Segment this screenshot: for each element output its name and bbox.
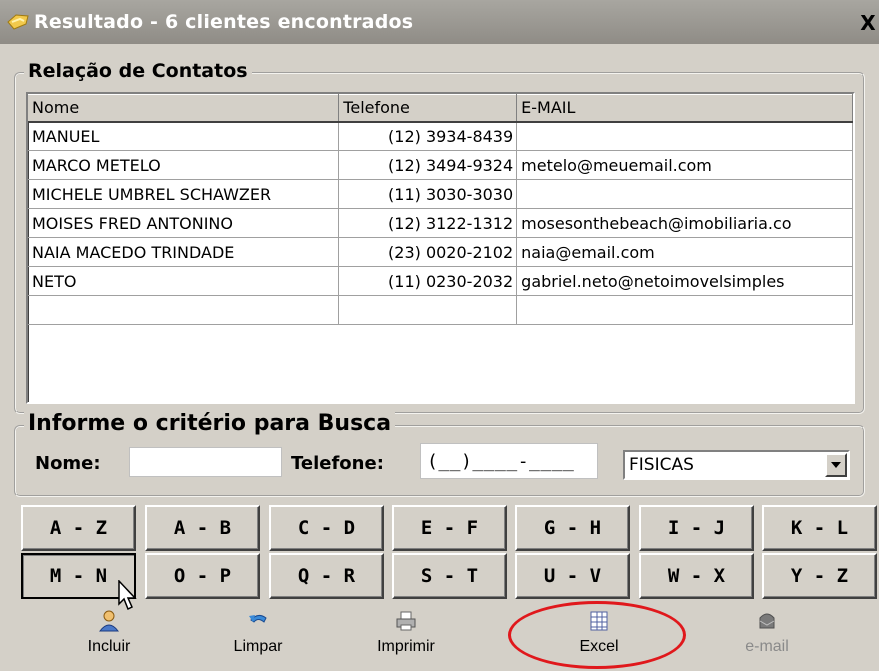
letter-button-g-h[interactable]: G - H (515, 505, 630, 551)
table-row[interactable]: MANUEL (12) 3934-8439 (28, 121, 853, 151)
letter-button-y-z[interactable]: Y - Z (762, 553, 877, 599)
imprimir-label: Imprimir (377, 638, 435, 655)
limpar-label: Limpar (233, 638, 283, 655)
close-button[interactable]: X (857, 12, 879, 36)
letter-button-k-l[interactable]: K - L (762, 505, 877, 551)
cell-nome: MARCO METELO (28, 150, 340, 180)
table-row[interactable]: MARCO METELO (12) 3494-9324 metelo@meuem… (28, 150, 853, 180)
telefone-label: Telefone: (291, 453, 384, 474)
column-header-nome[interactable]: Nome (28, 94, 340, 123)
cell-empty (516, 295, 853, 325)
cell-nome: MICHELE UMBREL SCHAWZER (28, 179, 340, 209)
title-bar: Resultado - 6 clientes encontrados X (0, 0, 879, 44)
contacts-group: Relação de Contatos Nome Telefone E-MAIL… (14, 60, 865, 414)
search-legend: Informe o critério para Busca (24, 411, 396, 436)
letter-button-w-x[interactable]: W - X (639, 553, 754, 599)
column-header-telefone[interactable]: Telefone (338, 94, 518, 123)
letter-button-a-b[interactable]: A - B (145, 505, 260, 551)
cell-email: naia@email.com (516, 237, 853, 267)
cell-telefone: (12) 3122-1312 (338, 208, 518, 238)
email-icon (759, 613, 775, 629)
app-icon (6, 12, 30, 32)
letter-button-u-v[interactable]: U - V (515, 553, 630, 599)
tipo-select[interactable]: FISICAS (623, 450, 850, 480)
cell-email (516, 121, 853, 151)
table-row[interactable]: NAIA MACEDO TRINDADE (23) 0020-2102 naia… (28, 237, 853, 267)
cell-nome: MANUEL (28, 121, 340, 151)
cell-email: gabriel.neto@netoimovelsimples (516, 266, 853, 296)
cell-email (516, 179, 853, 209)
contacts-legend: Relação de Contatos (24, 60, 252, 82)
letter-button-e-f[interactable]: E - F (392, 505, 507, 551)
letter-button-s-t[interactable]: S - T (392, 553, 507, 599)
undo-icon (249, 614, 267, 623)
cell-telefone: (12) 3494-9324 (338, 150, 518, 180)
chevron-down-icon[interactable] (825, 453, 847, 477)
letter-button-i-j[interactable]: I - J (639, 505, 754, 551)
email-button[interactable]: e-mail (702, 610, 832, 668)
cell-nome: MOISES FRED ANTONINO (28, 208, 340, 238)
incluir-label: Incluir (87, 638, 131, 655)
telefone-mask: (__)____-____ (427, 451, 575, 472)
cell-email: mosesonthebeach@imobiliaria.co (516, 208, 853, 238)
cell-telefone: (23) 0020-2102 (338, 237, 518, 267)
cell-email: metelo@meuemail.com (516, 150, 853, 180)
cell-nome: NAIA MACEDO TRINDADE (28, 237, 340, 267)
cell-nome: NETO (28, 266, 340, 296)
letter-button-c-d[interactable]: C - D (269, 505, 384, 551)
table-row[interactable]: MICHELE UMBREL SCHAWZER (11) 3030-3030 (28, 179, 853, 209)
cell-empty (338, 295, 518, 325)
tipo-select-value: FISICAS (629, 455, 694, 475)
highlight-circle (508, 601, 686, 669)
table-row[interactable]: NETO (11) 0230-2032 gabriel.neto@netoimo… (28, 266, 853, 296)
letter-button-a-z[interactable]: A - Z (21, 505, 136, 551)
user-add-icon (98, 610, 120, 632)
cell-telefone: (11) 3030-3030 (338, 179, 518, 209)
table-row[interactable]: MOISES FRED ANTONINO (12) 3122-1312 mose… (28, 208, 853, 238)
incluir-button[interactable]: Incluir (44, 610, 174, 668)
cell-empty (28, 295, 340, 325)
empty-row[interactable] (28, 295, 853, 325)
contacts-grid[interactable]: Nome Telefone E-MAIL MANUEL (12) 3934-84… (26, 92, 855, 404)
window-title: Resultado - 6 clientes encontrados (34, 11, 414, 33)
cell-telefone: (11) 0230-2032 (338, 266, 518, 296)
nome-input[interactable] (129, 447, 282, 477)
mouse-cursor-icon (118, 580, 137, 611)
letter-button-o-p[interactable]: O - P (145, 553, 260, 599)
telefone-input[interactable]: (__)____-____ (420, 443, 598, 479)
nome-label: Nome: (35, 453, 101, 474)
email-label: e-mail (745, 638, 789, 655)
cell-telefone: (12) 3934-8439 (338, 121, 518, 151)
column-header-email[interactable]: E-MAIL (516, 94, 853, 123)
limpar-button[interactable]: Limpar (193, 610, 323, 668)
imprimir-button[interactable]: Imprimir (341, 610, 471, 668)
letter-button-q-r[interactable]: Q - R (269, 553, 384, 599)
printer-icon (396, 611, 416, 631)
